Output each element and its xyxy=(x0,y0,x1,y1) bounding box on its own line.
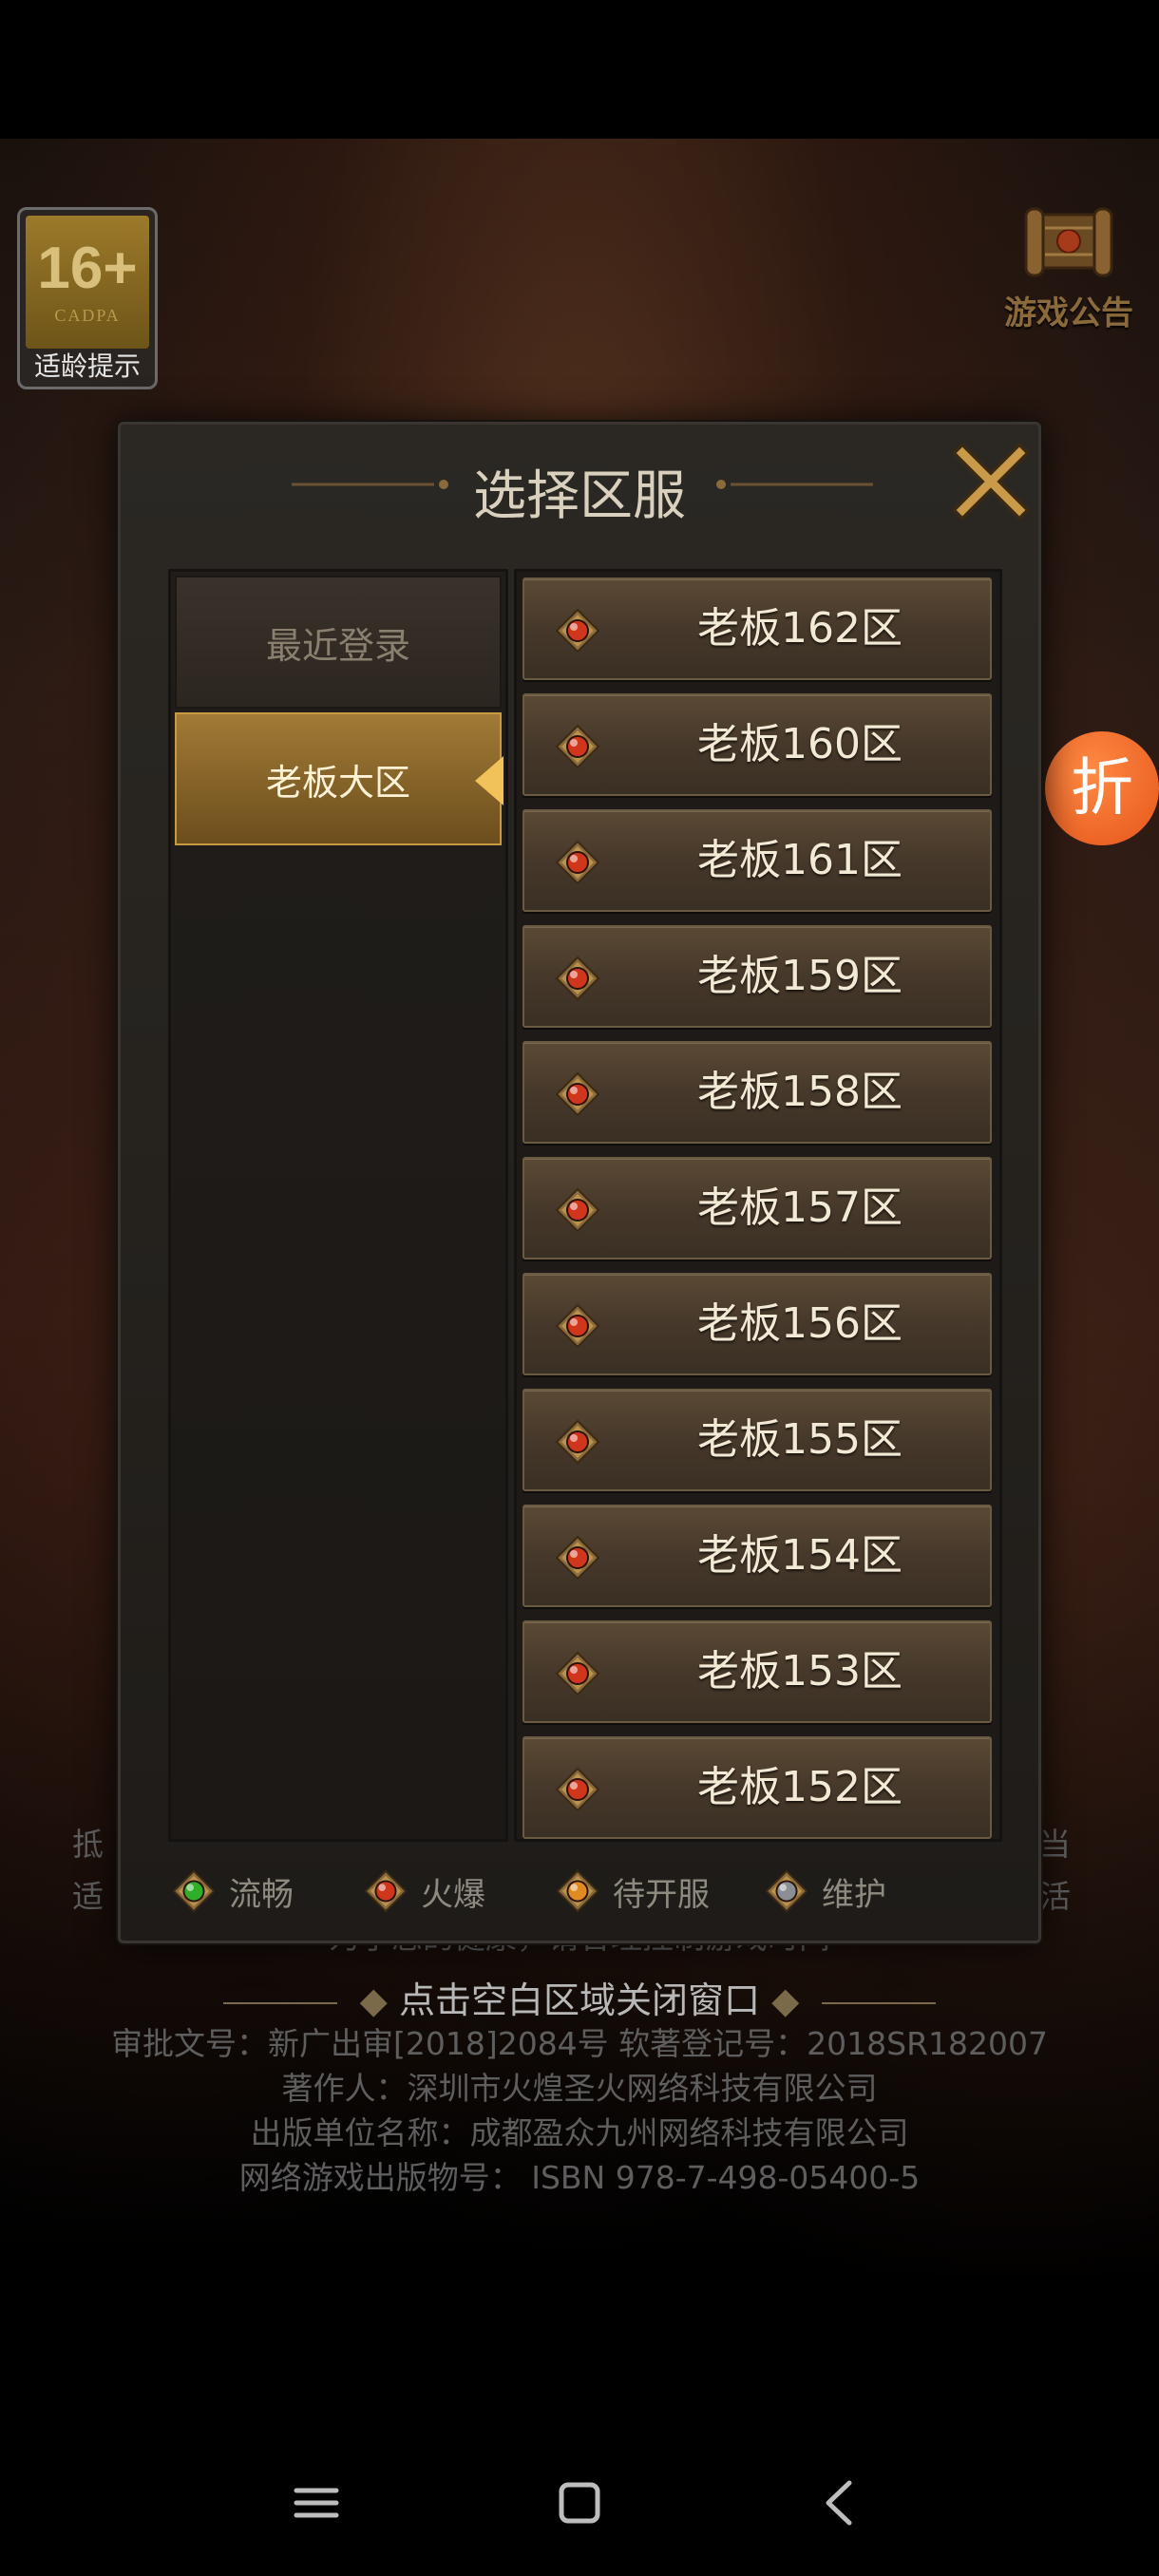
age-rating-label: 适龄提示 xyxy=(33,350,141,382)
server-row[interactable]: 老板159区 xyxy=(522,925,992,1028)
server-row[interactable]: 老板156区 xyxy=(522,1273,992,1375)
server-name: 老板162区 xyxy=(697,604,902,653)
status-gem-icon xyxy=(555,1767,600,1812)
legend-item: 流畅 xyxy=(172,1861,294,1922)
age-rating-badge[interactable]: 16+ CADPA 适龄提示 xyxy=(17,207,158,389)
author-text: 著作人：深圳市火煌圣火网络科技有限公司 xyxy=(281,2070,878,2107)
system-nav-bar xyxy=(0,2432,1159,2576)
server-row[interactable]: 老板153区 xyxy=(522,1620,992,1723)
age-rating-emblem: 16+ CADPA xyxy=(26,216,149,349)
server-row[interactable]: 老板160区 xyxy=(522,693,992,796)
hint-divider-right xyxy=(822,2001,937,2004)
isbn-text: 网络游戏出版物号： ISBN 978-7-498-05400-5 xyxy=(238,2159,921,2196)
server-row[interactable]: 老板155区 xyxy=(522,1389,992,1491)
status-gem-icon xyxy=(555,1071,600,1117)
title-ornament-right-icon xyxy=(716,480,873,489)
legend-item: 火爆 xyxy=(364,1861,485,1922)
status-gem-icon xyxy=(555,840,600,885)
server-row[interactable]: 老板162区 xyxy=(522,578,992,680)
hint-diamond-left-icon: ◆ xyxy=(359,1979,388,2021)
status-gem-icon xyxy=(555,608,600,653)
legend-gem-icon xyxy=(172,1869,216,1913)
status-legend: 流畅 火爆 待开服 维护 xyxy=(168,1861,1004,1922)
category-panel: 最近登录 老板大区 xyxy=(168,569,508,1842)
server-row[interactable]: 老板158区 xyxy=(522,1041,992,1144)
hint-divider-left xyxy=(222,2001,337,2004)
legend-item: 待开服 xyxy=(556,1861,710,1922)
discount-float-button[interactable]: 折 xyxy=(1045,731,1159,845)
approval-text: 审批文号：新广出审[2018]2084号 软著登记号：2018SR182007 xyxy=(110,2025,1049,2062)
server-name: 老板156区 xyxy=(697,1299,902,1348)
status-gem-icon xyxy=(555,724,600,769)
screen: 16+ CADPA 适龄提示 游戏公告 折 抵 适 当 活 为了您的健康，请合理… xyxy=(0,0,1159,2576)
server-name: 老板161区 xyxy=(697,836,902,884)
hint-diamond-right-icon: ◆ xyxy=(771,1979,800,2021)
server-name: 老板158区 xyxy=(697,1068,902,1116)
close-hint-text: 点击空白区域关闭窗口 xyxy=(398,1979,760,2021)
home-icon[interactable] xyxy=(546,2470,613,2536)
close-hint[interactable]: ◆ 点击空白区域关闭窗口 ◆ xyxy=(0,1971,1159,2023)
legend-label: 维护 xyxy=(822,1875,886,1914)
server-name: 老板152区 xyxy=(697,1763,902,1811)
close-button[interactable] xyxy=(951,442,1031,521)
game-notice-label: 游戏公告 xyxy=(1004,294,1133,332)
status-gem-icon xyxy=(555,1303,600,1349)
legend-gem-icon xyxy=(765,1869,808,1913)
modal-title: 选择区服 xyxy=(473,465,686,527)
server-row[interactable]: 老板157区 xyxy=(522,1157,992,1260)
category-recent-login[interactable]: 最近登录 xyxy=(175,576,502,709)
server-name: 老板153区 xyxy=(697,1647,902,1695)
category-label: 老板大区 xyxy=(265,761,410,804)
publisher-text: 出版单位名称：成都盈众九州网络科技有限公司 xyxy=(250,2114,909,2151)
scroll-icon xyxy=(1016,201,1121,287)
server-name: 老板157区 xyxy=(697,1184,902,1232)
server-select-modal: 选择区服 最近登录 老板大区 老板162区 老板160区 老板161区 老板159区老… xyxy=(118,422,1041,1943)
category-boss-region[interactable]: 老板大区 xyxy=(175,712,504,845)
close-icon xyxy=(951,442,1031,521)
server-name: 老板159区 xyxy=(697,952,902,1000)
status-gem-icon xyxy=(555,1419,600,1465)
game-notice-button[interactable]: 游戏公告 xyxy=(988,201,1150,344)
legend-gem-icon xyxy=(364,1869,408,1913)
server-name: 老板160区 xyxy=(697,720,902,768)
status-gem-icon xyxy=(555,956,600,1001)
server-row[interactable]: 老板161区 xyxy=(522,809,992,912)
legend-label: 待开服 xyxy=(613,1875,710,1914)
server-name: 老板155区 xyxy=(697,1415,902,1464)
legend-gem-icon xyxy=(556,1869,599,1913)
server-list[interactable]: 老板162区 老板160区 老板161区 老板159区 老板158区 老板157区 老板15… xyxy=(514,569,1002,1842)
menu-icon[interactable] xyxy=(283,2470,350,2536)
server-name: 老板154区 xyxy=(697,1531,902,1580)
back-icon[interactable] xyxy=(808,2470,874,2536)
category-label: 最近登录 xyxy=(265,624,410,667)
legend-item: 维护 xyxy=(765,1861,886,1922)
legend-label: 火爆 xyxy=(421,1875,485,1914)
server-row[interactable]: 老板154区 xyxy=(522,1505,992,1607)
age-rating-org: CADPA xyxy=(54,305,121,325)
selected-pointer-icon xyxy=(475,756,504,805)
server-row[interactable]: 老板152区 xyxy=(522,1736,992,1839)
status-gem-icon xyxy=(555,1535,600,1581)
status-gem-icon xyxy=(555,1187,600,1233)
age-rating-number: 16+ xyxy=(37,235,138,301)
legend-label: 流畅 xyxy=(229,1875,294,1914)
status-gem-icon xyxy=(555,1651,600,1696)
